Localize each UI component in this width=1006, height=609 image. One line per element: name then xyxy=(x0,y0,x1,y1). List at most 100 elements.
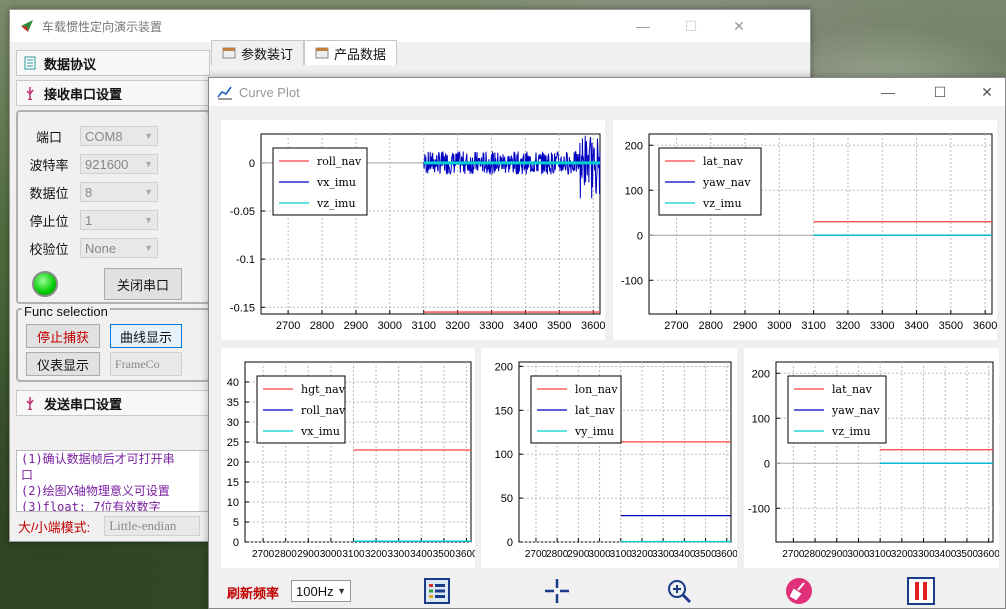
chevron-down-icon: ▼ xyxy=(144,131,153,141)
legend-label: vz_imu xyxy=(831,425,871,438)
y-tick-label: 100 xyxy=(495,449,513,461)
chevron-down-icon: ▼ xyxy=(144,243,153,253)
stopbits-select[interactable]: 1 ▼ xyxy=(80,210,158,230)
main-tabs: 参数装订 产品数据 xyxy=(211,40,398,65)
zoom-in-icon[interactable] xyxy=(665,577,693,605)
func-selection-label: Func selection xyxy=(22,304,110,319)
x-tick-label: 3600 xyxy=(716,549,737,560)
databits-label: 数据位 xyxy=(29,185,69,201)
baud-select[interactable]: 921600 ▼ xyxy=(80,154,158,174)
x-tick-label: 3300 xyxy=(388,549,411,560)
parity-row: 校验位 None ▼ xyxy=(18,234,208,262)
close-port-button[interactable]: 关闭串口 xyxy=(104,268,182,300)
legend-label: vz_imu xyxy=(316,197,356,210)
x-tick-label: 2800 xyxy=(310,320,334,332)
x-tick-label: 3100 xyxy=(610,549,633,560)
plot-window-title: Curve Plot xyxy=(239,84,300,100)
x-tick-label: 3100 xyxy=(411,320,435,332)
y-tick-label: 0 xyxy=(637,230,643,242)
chart-lat-yaw-vz[interactable]: 2700 2800 2900 3000 3100 3200 3300 3400 3500 3600… xyxy=(613,120,997,340)
x-tick-label: 3500 xyxy=(694,549,717,560)
pause-icon[interactable] xyxy=(907,577,935,605)
clear-brush-icon[interactable] xyxy=(785,577,813,605)
x-tick-label: 3100 xyxy=(342,549,365,560)
x-tick-label: 2900 xyxy=(344,320,368,332)
data-protocol-header[interactable]: 数据协议 xyxy=(16,50,210,76)
left-panel: 数据协议 接收串口设置 端口 COM8 ▼ 波特率 921600 ▼ 数据位 8 ▼ … xyxy=(16,50,210,420)
meter-display-button[interactable]: 仪表显示 xyxy=(26,352,100,376)
tab-param-binding[interactable]: 参数装订 xyxy=(211,40,305,65)
tab-product-data[interactable]: 产品数据 xyxy=(304,40,398,65)
chart-line-icon xyxy=(217,86,232,100)
plot-toolbar: 刷新频率 100Hz ▼ xyxy=(209,571,1005,609)
chart-lat-yaw-vz-2[interactable]: 2700 2800 2900 3000 3100 3200 3300 3400 3500 3600… xyxy=(744,348,1000,568)
x-tick-label: 2700 xyxy=(525,549,548,560)
x-tick-label: 3300 xyxy=(652,549,675,560)
x-tick-label: 3100 xyxy=(801,320,825,332)
y-tick-label: 0 xyxy=(764,458,770,470)
frame-value: FrameCo xyxy=(115,356,160,371)
port-select[interactable]: COM8 ▼ xyxy=(80,126,158,146)
curve-display-button[interactable]: 曲线显示 xyxy=(110,324,182,348)
table-icon xyxy=(222,47,236,59)
x-tick-label: 3600 xyxy=(581,320,605,332)
baud-value: 921600 xyxy=(85,156,129,172)
x-tick-label: 2900 xyxy=(733,320,757,332)
usb-icon xyxy=(26,87,34,100)
maximize-icon[interactable]: ☐ xyxy=(917,78,963,106)
y-tick-label: -100 xyxy=(621,275,643,287)
x-tick-label: 2700 xyxy=(252,549,275,560)
x-tick-label: 3000 xyxy=(320,549,343,560)
recv-serial-header[interactable]: 接收串口设置 xyxy=(16,80,210,106)
y-tick-label: 10 xyxy=(227,497,239,509)
chart-lon-lat-vy[interactable]: 2700280029003000310032003300340035003600… xyxy=(481,348,739,568)
message-log[interactable]: (1)确认数据帧后才可打开串 口 (2)绘图X轴物理意义可设置 (3)float… xyxy=(16,450,212,512)
minimize-icon[interactable]: — xyxy=(620,10,666,42)
x-tick-label: 2700 xyxy=(782,549,805,560)
legend-label: vx_imu xyxy=(300,425,340,438)
frame-select[interactable]: FrameCo xyxy=(110,352,182,376)
send-serial-header[interactable]: 发送串口设置 xyxy=(16,390,210,416)
close-icon[interactable]: ✕ xyxy=(964,78,1006,106)
list-icon[interactable] xyxy=(423,577,451,605)
crosshair-icon[interactable] xyxy=(543,577,571,605)
chart-roll-vx-vz[interactable]: 2700 2800 2900 3000 3100 3200 3300 3400 3500 3600… xyxy=(221,120,605,340)
main-titlebar[interactable]: 车载惯性定向演示装置 ✕ ☐ — xyxy=(10,10,810,42)
x-tick-label: 3500 xyxy=(956,549,979,560)
maximize-icon[interactable]: ☐ xyxy=(668,10,714,42)
x-tick-label: 2900 xyxy=(567,549,590,560)
y-tick-label: 50 xyxy=(501,493,513,505)
close-icon[interactable]: ✕ xyxy=(716,10,762,42)
legend-label: lat_nav xyxy=(703,155,744,168)
x-tick-label: 3000 xyxy=(767,320,791,332)
stop-capture-button[interactable]: 停止捕获 xyxy=(26,324,100,348)
parity-value: None xyxy=(85,240,117,256)
x-tick-label: 3500 xyxy=(433,549,456,560)
func-selection-group: Func selection 停止捕获 曲线显示 仪表显示 FrameCo xyxy=(16,304,210,382)
y-tick-label: 0 xyxy=(507,537,513,549)
y-tick-label: 5 xyxy=(233,517,239,529)
plot-titlebar[interactable]: Curve Plot — ☐ ✕ xyxy=(209,78,1005,106)
port-row: 端口 COM8 ▼ xyxy=(18,122,208,150)
x-tick-label: 3300 xyxy=(870,320,894,332)
x-tick-label: 2800 xyxy=(275,549,298,560)
y-tick-label: 150 xyxy=(495,405,513,417)
stopbits-row: 停止位 1 ▼ xyxy=(18,206,208,234)
y-tick-label: -0.05 xyxy=(230,206,255,218)
main-window-title: 车载惯性定向演示装置 xyxy=(42,19,163,34)
refresh-rate-label: 刷新频率 xyxy=(227,586,280,601)
x-tick-label: 2700 xyxy=(276,320,300,332)
minimize-icon[interactable]: — xyxy=(865,78,911,106)
port-value: COM8 xyxy=(85,128,123,144)
stopbits-value: 1 xyxy=(85,212,93,228)
refresh-rate-select[interactable]: 100Hz ▼ xyxy=(291,580,351,602)
y-tick-label: 40 xyxy=(227,377,239,389)
legend-label: lon_nav xyxy=(575,383,618,396)
parity-select[interactable]: None ▼ xyxy=(80,238,158,258)
chart-hgt-roll-vx[interactable]: 2700 2800 2900 3000 3100 3200 3300 3400 3500 3600… xyxy=(221,348,478,568)
databits-select[interactable]: 8 ▼ xyxy=(80,182,158,202)
x-tick-label: 3400 xyxy=(904,320,928,332)
endian-label: 大/小端模式: xyxy=(18,519,91,535)
app-logo-icon xyxy=(21,20,33,32)
endian-select[interactable]: Little-endian xyxy=(104,516,201,536)
